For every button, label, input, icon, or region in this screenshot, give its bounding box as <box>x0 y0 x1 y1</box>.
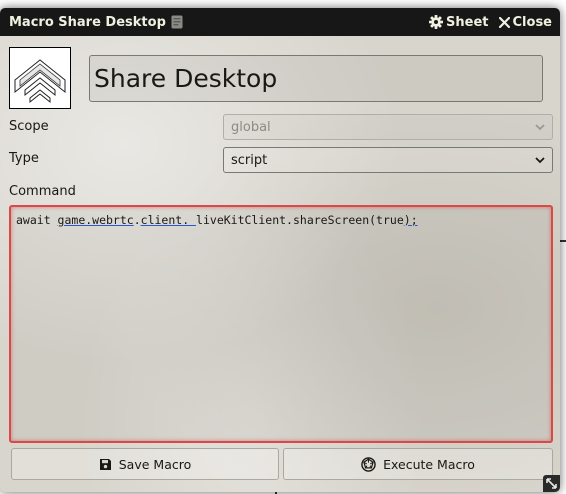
close-button[interactable]: Close <box>498 14 552 30</box>
close-icon <box>498 16 510 28</box>
background-divider <box>560 240 566 242</box>
book-icon <box>171 15 183 29</box>
close-label: Close <box>512 14 552 30</box>
scope-value: global <box>231 119 271 135</box>
macro-image[interactable] <box>9 47 71 109</box>
execute-macro-label: Execute Macro <box>383 456 475 472</box>
scope-select: global <box>223 114 553 140</box>
type-value: script <box>231 152 268 168</box>
sheet-label: Sheet <box>446 14 489 30</box>
macro-name-input[interactable] <box>89 55 543 102</box>
command-text: client. <box>140 213 197 227</box>
command-textarea[interactable]: await game.webrtc.client. liveKitClient.… <box>9 205 553 443</box>
command-text: game.webrtc <box>57 213 134 227</box>
chevron-down-icon <box>535 124 545 131</box>
chevron-down-icon <box>535 157 545 164</box>
type-label: Type <box>9 151 39 166</box>
dice-icon <box>361 456 376 472</box>
save-macro-button[interactable]: Save Macro <box>11 448 279 480</box>
command-label: Command <box>9 184 76 199</box>
resize-icon <box>546 478 557 489</box>
window-header: Macro Share Desktop Sheet Close <box>0 8 560 36</box>
command-text: ); <box>403 213 418 227</box>
command-text: liveKitClient.shareScreen(true <box>196 213 404 227</box>
window-title: Macro Share Desktop <box>9 14 166 30</box>
save-macro-label: Save Macro <box>118 456 192 472</box>
command-text: await <box>16 213 58 227</box>
chevron-up-icon <box>14 59 66 104</box>
scope-label: Scope <box>9 119 49 134</box>
sheet-button[interactable]: Sheet <box>429 14 489 30</box>
macro-config-window: Macro Share Desktop Sheet Close Share De… <box>0 8 560 492</box>
execute-macro-button[interactable]: Execute Macro <box>283 448 553 480</box>
save-icon <box>99 458 111 470</box>
gear-icon <box>429 15 444 29</box>
command-text: . <box>133 213 141 227</box>
window-resize-handle[interactable] <box>543 475 560 492</box>
type-select[interactable]: script <box>223 147 553 173</box>
